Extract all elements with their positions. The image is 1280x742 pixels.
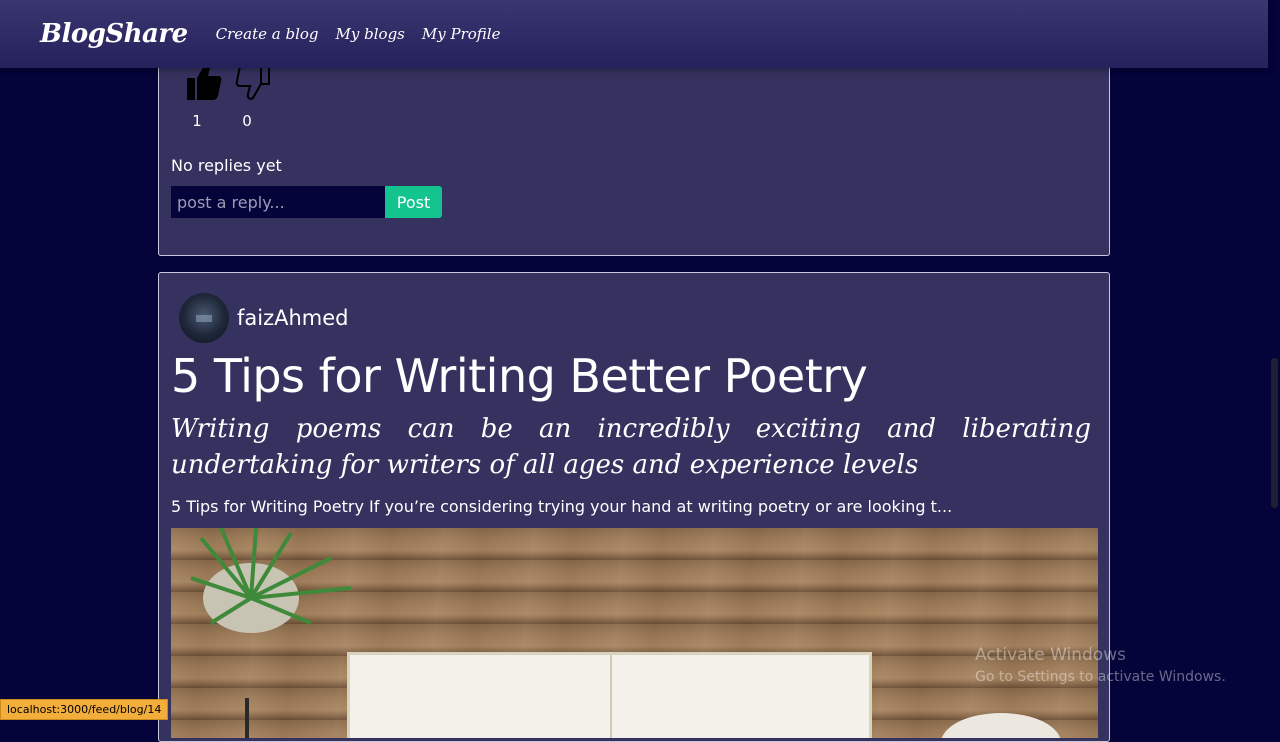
scrollbar-thumb[interactable] <box>1271 358 1278 508</box>
watermark-title: Activate Windows <box>975 645 1126 665</box>
plant-illustration <box>190 528 352 633</box>
navbar: BlogShare Create a blog My blogs My Prof… <box>0 0 1268 68</box>
avatar[interactable] <box>179 293 229 343</box>
reply-form: Post <box>171 186 442 218</box>
pencil <box>245 698 249 738</box>
page-scrollbar[interactable] <box>1268 0 1280 720</box>
nav-my-blogs[interactable]: My blogs <box>336 25 405 43</box>
post-subtitle: Writing poems can be an incredibly excit… <box>171 414 1091 480</box>
post-excerpt: 5 Tips for Writing Poetry If you’re cons… <box>171 497 953 516</box>
windows-activation-watermark: Activate Windows Go to Settings to activ… <box>975 645 1226 685</box>
watermark-subtitle: Go to Settings to activate Windows. <box>975 669 1226 685</box>
dislike-count: 0 <box>242 112 252 130</box>
post-reply-button[interactable]: Post <box>385 186 442 218</box>
link-status-bar: localhost:3000/feed/blog/14 <box>0 699 169 720</box>
post-card: faizAhmed 5 Tips for Writing Better Poet… <box>158 272 1110 742</box>
reply-input[interactable] <box>171 186 385 218</box>
reactions: 1 0 <box>179 60 279 130</box>
nav-create-blog[interactable]: Create a blog <box>216 25 319 43</box>
author-name[interactable]: faizAhmed <box>237 306 349 330</box>
nav-my-profile[interactable]: My Profile <box>422 25 501 43</box>
post-author[interactable]: faizAhmed <box>179 293 349 343</box>
open-notebook <box>347 652 872 738</box>
post-title[interactable]: 5 Tips for Writing Better Poetry <box>171 349 868 403</box>
post-cover-image[interactable] <box>171 528 1098 738</box>
replies-status: No replies yet <box>171 156 282 175</box>
dislike-reaction[interactable]: 0 <box>229 60 279 130</box>
brand-logo[interactable]: BlogShare <box>40 19 188 49</box>
